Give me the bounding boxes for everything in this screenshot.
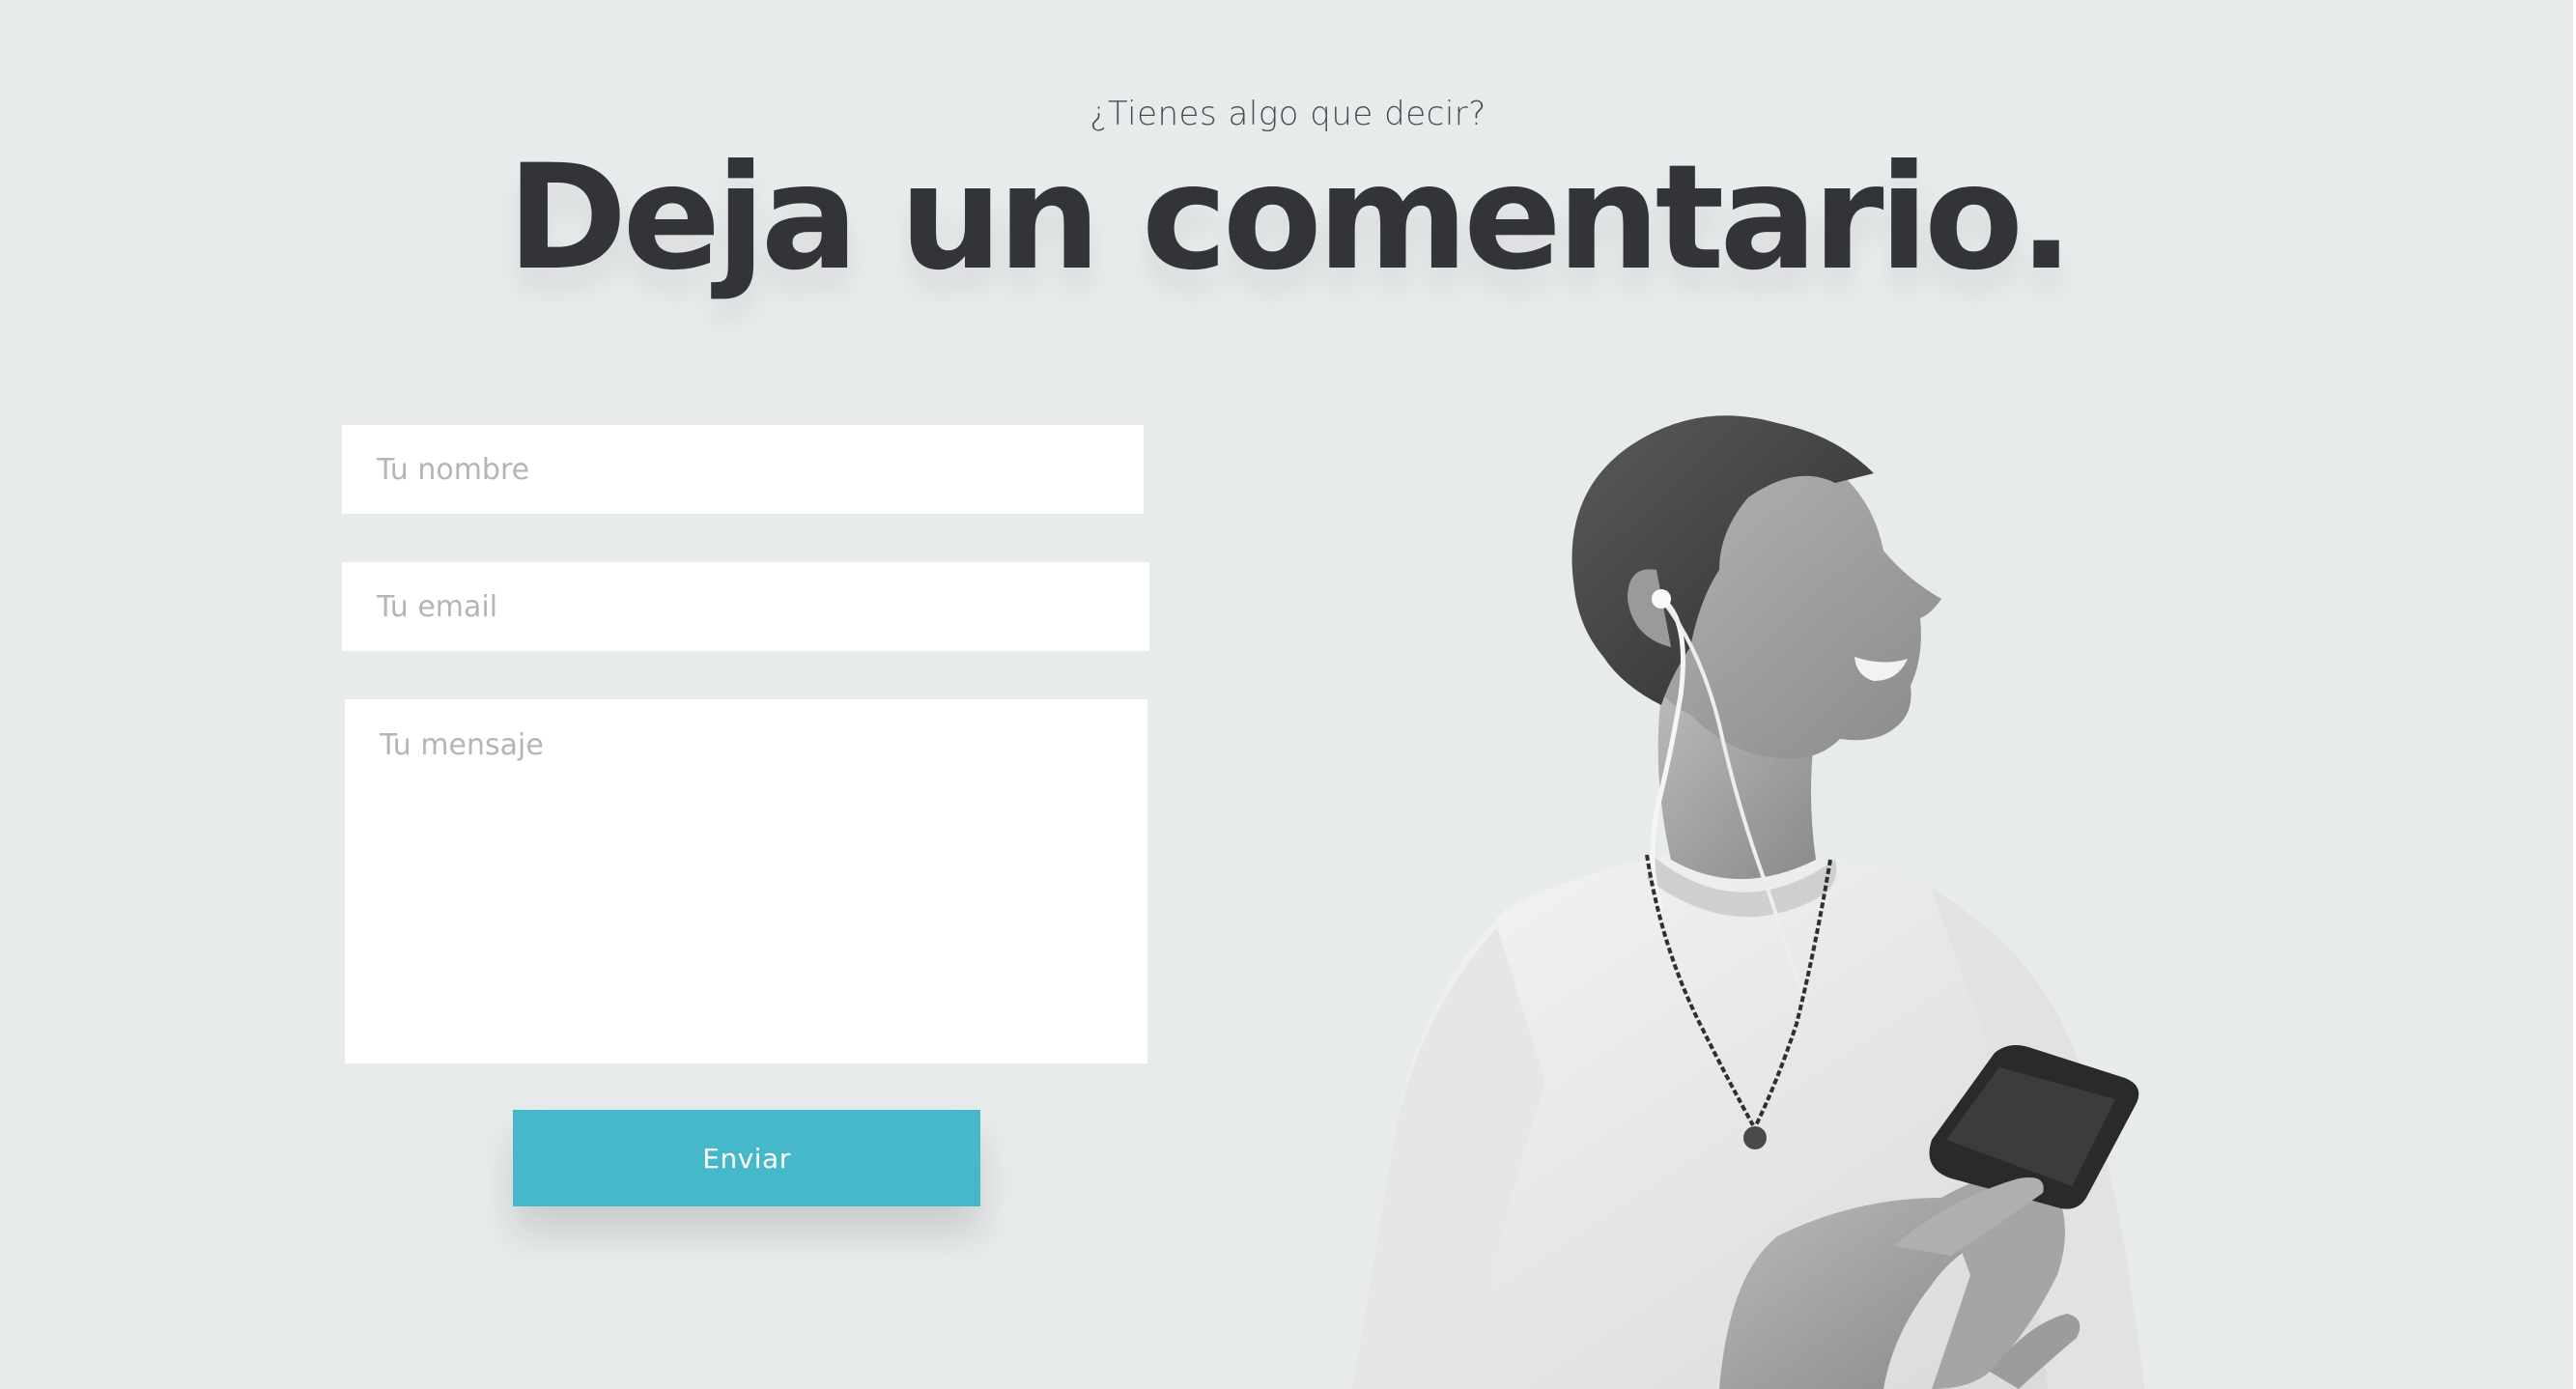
section-kicker: ¿Tienes algo que decir? (1090, 95, 1486, 133)
email-input[interactable] (342, 562, 1149, 651)
page-title: Deja un comentario. (506, 134, 2074, 302)
message-textarea[interactable] (345, 699, 1147, 1063)
person-with-phone-photo (1352, 415, 2144, 1389)
name-input[interactable] (342, 425, 1144, 514)
submit-button[interactable]: Enviar (513, 1110, 980, 1206)
comment-section: ¿Tienes algo que decir? Deja un comentar… (0, 0, 2576, 1389)
